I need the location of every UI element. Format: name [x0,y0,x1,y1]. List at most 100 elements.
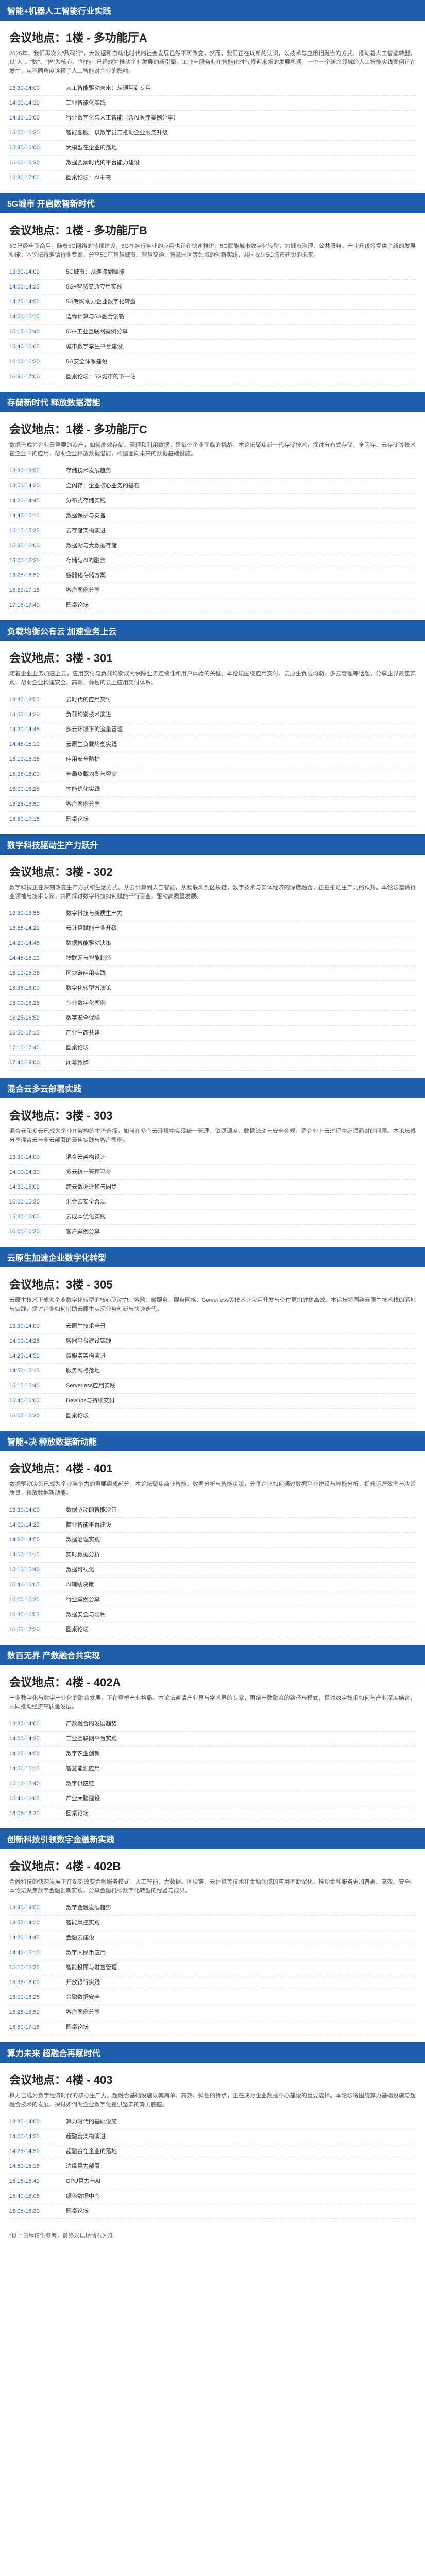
agenda-time: 14:20-14:45 [9,940,40,946]
agenda-title: 行业数字化与人工智能（含AI医疗案例分享） [66,115,179,121]
agenda-row: 16:00-16:30 数据要素时代的平台能力建设 [9,156,416,171]
agenda-row: 16:05-16:30 圆桌论坛 [9,1806,416,1821]
agenda-title: 金融数据安全 [66,1994,100,2001]
agenda-time: 15:10-15:35 [9,756,40,762]
agenda-title: 5G专网助力企业数字化转型 [66,299,136,305]
agenda-title: 5G安全体系建设 [66,359,108,365]
forum-body: 会议地点：3楼 - 305 云原生技术正成为企业数字化转型的核心驱动力。容器、微服… [0,1267,425,1431]
agenda-row: 15:30-16:00 大模型在企业的落地 [9,141,416,156]
agenda-title: 数据智能驱动决策 [66,940,111,946]
forum-description: 产业数字化与数字产业化的融合发展，正在重塑产业格局。本论坛邀请产业界与学术界的专… [9,1695,416,1710]
agenda-row: 14:25-14:50 超融合在企业的落地 [9,2144,416,2159]
agenda-time: 16:25-16:50 [9,1015,40,1021]
agenda-time: 14:30-15:00 [9,115,40,121]
agenda-time: 14:25-14:50 [9,2148,40,2155]
agenda-time: 16:05-16:30 [9,359,40,365]
agenda-title: Serverless应用实践 [66,1383,115,1389]
forum-description: 混合云和多云已成为企业IT架构的主流选择。如何在多个云环境中实现统一管理、资源调… [9,1128,416,1143]
agenda-row: 15:40-16:05 绿色数据中心 [9,2189,416,2204]
agenda-title: 数字化转型方法论 [66,985,111,991]
forum-venue: 会议地点：4楼 - 402A [9,1676,121,1689]
agenda-row: 15:15-15:40 数字供应链 [9,1776,416,1791]
forum-section: 算力未来 超融合再赋时代 会议地点：4楼 - 403 算力已成为数字经济时代的核心生… [0,2042,425,2226]
agenda-time: 16:00-16:25 [9,1000,40,1006]
agenda-title: 算力时代的基础设施 [66,2119,117,2125]
agenda-time: 15:00-15:30 [9,1199,40,1205]
forum-description: 金融科技的快速发展正在深刻改变金融服务模式。人工智能、大数据、区块链、云计算等技… [9,1879,416,1894]
agenda-time: 15:15-15:40 [9,329,40,335]
agenda-time: 13:30-14:00 [9,85,40,91]
agenda-row: 16:05-16:30 5G安全体系建设 [9,354,416,369]
agenda-title: 存储与AI的融合 [66,557,106,564]
agenda-time: 14:50-15:15 [9,1552,40,1558]
agenda-page: 智能+机器人工智能行业实践 会议地点：1楼 - 多功能厅A 2025年，我们再次入“… [0,0,425,2252]
agenda-title: 云原生技术全景 [66,1323,106,1329]
agenda-time: 15:30-16:00 [9,1214,40,1220]
agenda-title: 圆桌论坛 [66,1413,89,1419]
agenda-title: 数字金融发展趋势 [66,1905,111,1911]
agenda-title: 圆桌论坛 [66,816,89,822]
agenda-title: 数据安全与隐私 [66,1612,106,1618]
agenda-title: 微服务架构演进 [66,1353,106,1359]
agenda-time: 15:15-15:40 [9,1383,40,1389]
forum-body: 会议地点：1楼 - 多功能厅B 5G已经全面商用，随着5G网络的持续建设，5G在各… [0,213,425,392]
agenda-row: 16:00-16:25 金融数据安全 [9,1990,416,2005]
agenda-title: 数据驱动的智能决策 [66,1507,117,1513]
agenda-title: 客户案例分享 [66,801,100,807]
agenda-time: 14:45-15:10 [9,955,40,961]
agenda-title: 城市数字孪生平台建设 [66,344,123,350]
agenda-time: 16:50-17:15 [9,1030,40,1036]
forum-header: 创新科技引领数字金融新实践 [0,1828,425,1849]
agenda-time: 14:45-15:10 [9,513,40,519]
forum-description: 随着企业业务加速上云，应用交付与负载均衡成为保障业务连续性和用户体验的关键。本论… [9,671,416,686]
agenda-time: 15:35-16:00 [9,1979,40,1986]
agenda-row: 16:05-16:30 行业案例分享 [9,1592,416,1607]
agenda-time: 16:00-16:25 [9,557,40,564]
agenda-row: 14:00-14:25 超融合架构演进 [9,2129,416,2144]
agenda-row: 17:40-18:00 闭幕致辞 [9,1056,416,1071]
agenda-row: 16:00-16:25 存储与AI的融合 [9,553,416,568]
agenda-title: 负载均衡技术演进 [66,711,111,718]
agenda-title: 金融云建设 [66,1935,94,1941]
agenda-row: 15:35-16:00 全局负载均衡与容灾 [9,767,416,782]
agenda-title: 数字人民币应用 [66,1950,106,1956]
agenda-row: 16:30-17:00 圆桌论坛：5G城市的下一站 [9,369,416,384]
agenda-time: 15:10-15:35 [9,528,40,534]
forum-description: 云原生技术正成为企业数字化转型的核心驱动力。容器、微服务、服务网格、Server… [9,1297,416,1312]
forum-description: 算力已成为数字经济时代的核心生产力。超融合基础设施以其简单、高效、弹性的特点，正… [9,2093,416,2108]
agenda-time: 14:30-15:00 [9,1184,40,1190]
forum-venue: 会议地点：1楼 - 多功能厅A [9,31,147,44]
agenda-title: 圆桌论坛：AI未来 [66,175,111,181]
agenda-title: 圆桌论坛 [66,1810,89,1817]
forum-section: 数字科技驱动生产力跃升 会议地点：3楼 - 302 数字科技正在深刻改变生产方式和生… [0,834,425,1078]
forum-venue: 会议地点：3楼 - 301 [9,652,113,665]
agenda-time: 15:10-15:35 [9,1964,40,1971]
sections-container: 智能+机器人工智能行业实践 会议地点：1楼 - 多功能厅A 2025年，我们再次入“… [0,0,425,2226]
agenda-title: 物联网与智能制造 [66,955,111,961]
agenda-row: 13:30-14:00 产数融合的发展趋势 [9,1717,416,1732]
forum-section: 存储新时代 释放数据潜能 会议地点：1楼 - 多功能厅C 数据已成为企业最重要的资产… [0,392,425,620]
agenda-time: 14:45-15:10 [9,741,40,748]
agenda-title: 全局负载均衡与容灾 [66,771,117,777]
agenda-row: 16:30-17:00 圆桌论坛：AI未来 [9,171,416,185]
agenda-row: 16:30-16:55 数据安全与隐私 [9,1607,416,1622]
agenda-row: 13:30-13:55 云时代的应用交付 [9,692,416,707]
agenda-time: 16:00-16:30 [9,160,40,166]
agenda-time: 17:15-17:40 [9,1045,40,1051]
agenda-title: 闭幕致辞 [66,1060,89,1066]
agenda-time: 16:05-16:30 [9,1597,40,1603]
agenda-title: 圆桌论坛 [66,2208,89,2214]
agenda-row: 15:10-15:35 智能投顾与财富管理 [9,1960,416,1975]
agenda-row: 13:30-13:55 数字金融发展趋势 [9,1901,416,1916]
agenda-time: 16:00-16:30 [9,1229,40,1235]
agenda-title: 工业智能化实践 [66,100,106,106]
agenda-row: 16:25-16:50 容器化存储方案 [9,568,416,583]
agenda-row: 16:50-17:15 圆桌论坛 [9,2020,416,2035]
forum-description: 数字科技正在深刻改变生产方式和生活方式。从云计算到人工智能，从物联网到区块链，数… [9,885,416,900]
agenda-title: 容器化存储方案 [66,572,106,579]
agenda-title: 客户案例分享 [66,587,100,594]
agenda-row: 13:55-14:20 云计算赋能产业升级 [9,921,416,936]
agenda-time: 13:55-14:20 [9,483,40,489]
agenda-title: 云成本优化实践 [66,1214,106,1220]
agenda-title: 数据保护与灾备 [66,513,106,519]
